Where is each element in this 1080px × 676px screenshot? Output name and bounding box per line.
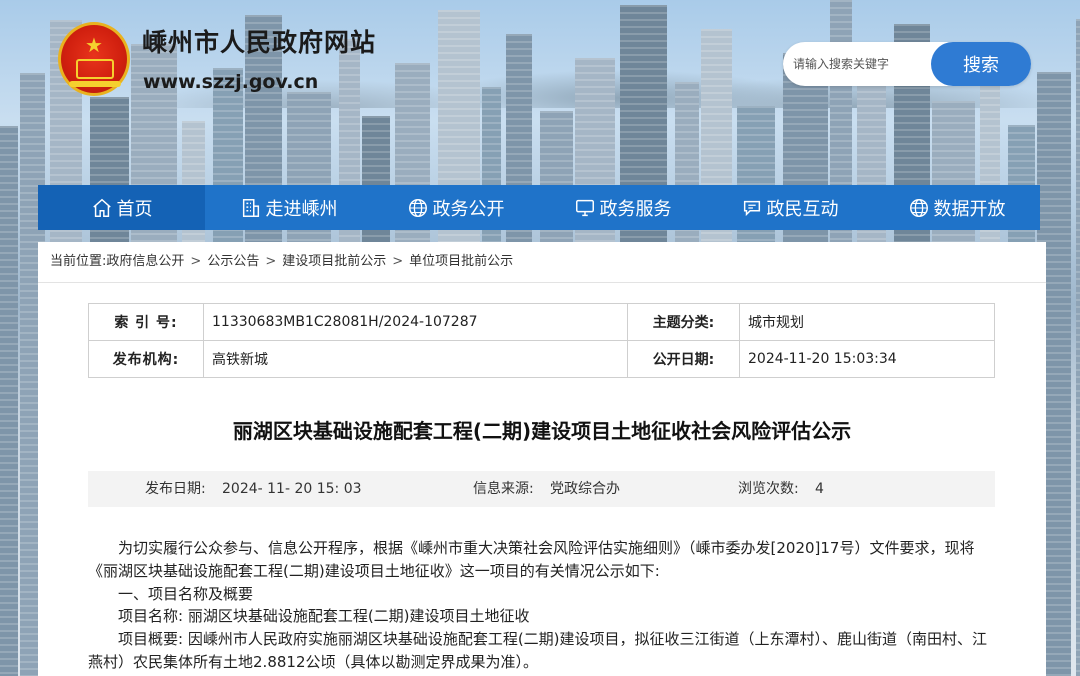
site-title[interactable]: 嵊州市人民政府网站 <box>142 28 376 58</box>
globe-icon <box>407 197 429 219</box>
article-paragraph: 项目概要: 因嵊州市人民政府实施丽湖区块基础设施配套工程(二期)建设项目，拟征收… <box>88 630 988 671</box>
nav-item-open-data[interactable]: 数据开放 <box>873 185 1040 230</box>
article-paragraph: 一、项目名称及概要 <box>118 584 254 603</box>
nav-item-interaction[interactable]: 政民互动 <box>706 185 873 230</box>
building-silhouette <box>1076 19 1080 676</box>
breadcrumb-link[interactable]: 单位项目批前公示 <box>409 252 513 272</box>
category-label: 主题分类: <box>627 303 740 341</box>
info-table: 索 引 号: 11330683MB1C28081H/2024-107287 主题… <box>88 303 995 378</box>
site-url: www.szzj.gov.cn <box>143 71 319 93</box>
main-nav: 首页 走进嵊州 政务公开 政务服务 政民互动 数据开放 <box>38 185 1040 230</box>
table-row: 发布机构: 高铁新城 公开日期: 2024-11-20 15:03:34 <box>88 340 995 378</box>
views-label: 浏览次数: <box>738 481 799 497</box>
breadcrumb-link[interactable]: 建设项目批前公示 <box>282 252 386 272</box>
globe-icon <box>908 197 930 219</box>
tiananmen-icon <box>76 59 114 79</box>
monitor-icon <box>574 197 596 219</box>
breadcrumb-separator: > <box>265 254 277 269</box>
national-emblem-logo[interactable]: ★ <box>58 22 130 96</box>
index-label: 索 引 号: <box>88 303 204 341</box>
search-box: 搜索 <box>783 42 1031 86</box>
open-date-label: 公开日期: <box>627 340 740 378</box>
search-button[interactable]: 搜索 <box>931 42 1031 86</box>
index-value: 11330683MB1C28081H/2024-107287 <box>203 303 628 341</box>
open-date-value: 2024-11-20 15:03:34 <box>739 340 995 378</box>
star-icon: ★ <box>85 33 103 57</box>
content-panel: 当前位置: 政府信息公开 > 公示公告 > 建设项目批前公示 > 单位项目批前公… <box>38 242 1046 676</box>
publish-date-label: 发布日期: <box>145 481 206 497</box>
nav-label: 政务服务 <box>599 198 672 220</box>
article-title: 丽湖区块基础设施配套工程(二期)建设项目土地征收社会风险评估公示 <box>232 419 852 443</box>
breadcrumb-link[interactable]: 公示公告 <box>207 252 259 272</box>
breadcrumb-prefix: 当前位置: <box>50 254 107 269</box>
breadcrumb-link[interactable]: 政府信息公开 <box>106 252 184 272</box>
divider <box>38 282 1046 283</box>
source-value: 党政综合办 <box>550 481 620 497</box>
breadcrumb-separator: > <box>190 254 202 269</box>
views-value: 4 <box>815 481 824 497</box>
emblem-ribbon <box>69 81 121 87</box>
publisher-value: 高铁新城 <box>203 340 628 378</box>
category-value: 城市规划 <box>739 303 995 341</box>
breadcrumb: 当前位置: 政府信息公开 > 公示公告 > 建设项目批前公示 > 单位项目批前公… <box>50 252 513 272</box>
article-paragraph: 项目名称: 丽湖区块基础设施配套工程(二期)建设项目土地征收 <box>118 607 530 626</box>
nav-item-gov-service[interactable]: 政务服务 <box>539 185 706 230</box>
nav-label: 数据开放 <box>933 198 1006 220</box>
article-paragraph: 为切实履行公众参与、信息公开程序，根据《嵊州市重大决策社会风险评估实施细则》（嵊… <box>88 539 975 580</box>
table-row: 索 引 号: 11330683MB1C28081H/2024-107287 主题… <box>88 303 995 341</box>
publish-date-value: 2024- 11- 20 15: 03 <box>222 481 362 497</box>
chat-icon <box>741 197 763 219</box>
nav-label: 政民互动 <box>766 198 839 220</box>
search-input[interactable] <box>793 50 933 78</box>
nav-label: 走进嵊州 <box>265 198 338 220</box>
breadcrumb-separator: > <box>392 254 404 269</box>
nav-item-about[interactable]: 走进嵊州 <box>205 185 372 230</box>
article-meta-bar: 发布日期: 2024- 11- 20 15: 03 信息来源: 党政综合办 浏览… <box>88 471 995 507</box>
nav-item-home[interactable]: 首页 <box>38 185 205 230</box>
home-icon <box>91 197 113 219</box>
nav-label: 首页 <box>116 198 153 220</box>
publisher-label: 发布机构: <box>88 340 204 378</box>
nav-label: 政务公开 <box>432 198 505 220</box>
building-icon <box>240 197 262 219</box>
article-body: 为切实履行公众参与、信息公开程序，根据《嵊州市重大决策社会风险评估实施细则》（嵊… <box>88 537 995 674</box>
building-silhouette <box>0 126 18 676</box>
nav-item-gov-info[interactable]: 政务公开 <box>372 185 539 230</box>
source-label: 信息来源: <box>473 481 534 497</box>
